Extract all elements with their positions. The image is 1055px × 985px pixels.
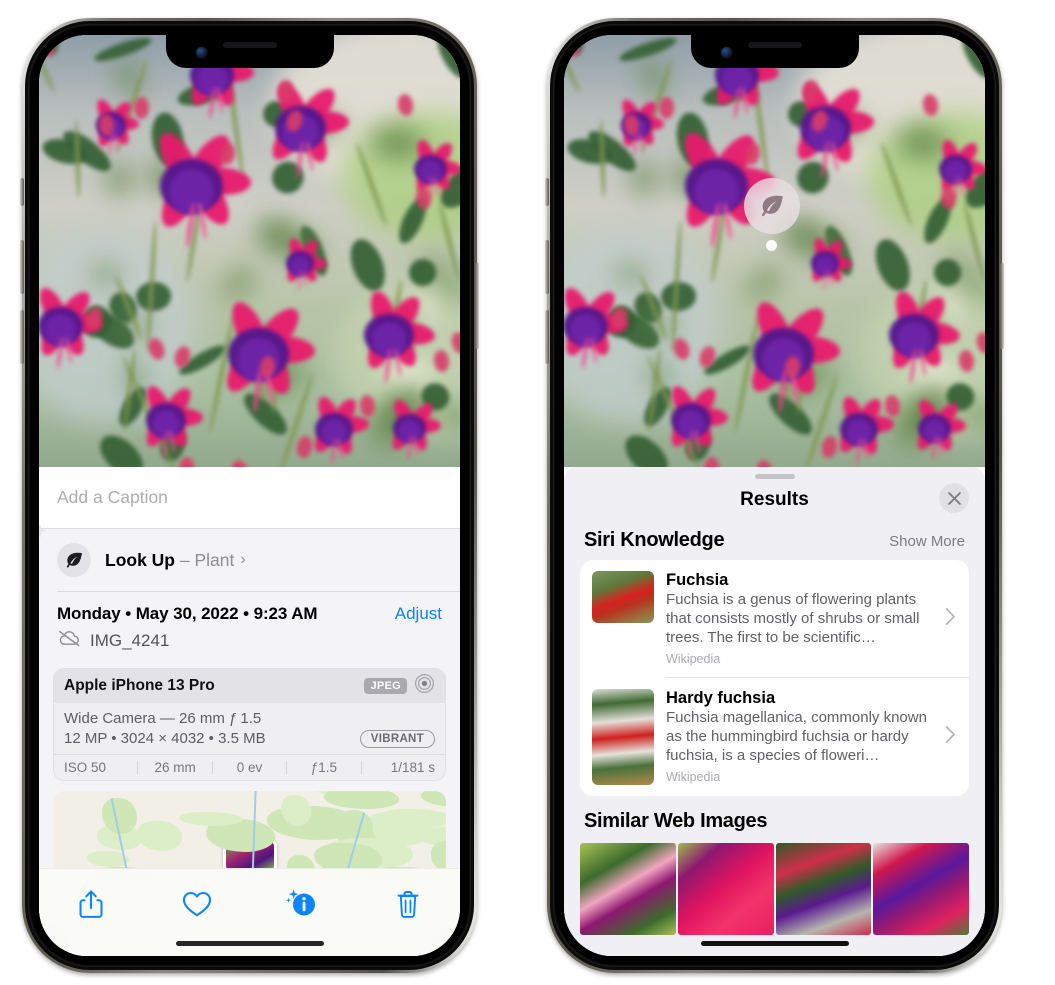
earpiece-speaker bbox=[747, 42, 802, 48]
photo-viewer[interactable] bbox=[39, 35, 460, 467]
list-item[interactable]: Hardy fuchsia Fuchsia magellanica, commo… bbox=[580, 678, 969, 796]
home-indicator[interactable] bbox=[700, 941, 849, 946]
chevron-right-icon: › bbox=[240, 551, 246, 568]
caption-placeholder: Add a Caption bbox=[57, 487, 168, 507]
phone-right: Results Siri Knowledge Show More Fuchsia… bbox=[545, 18, 1004, 973]
front-camera-icon bbox=[720, 47, 732, 58]
web-image-thumbnail[interactable] bbox=[775, 842, 872, 935]
favorite-button[interactable] bbox=[171, 883, 223, 925]
web-image-thumbnail[interactable] bbox=[677, 842, 774, 935]
camera-card-body: Wide Camera — 26 mm ƒ 1.5 12 MP • 3024 ×… bbox=[54, 702, 445, 754]
exif-shutter: 1/181 s bbox=[390, 759, 436, 775]
result-thumbnail bbox=[592, 688, 654, 785]
result-source: Wikipedia bbox=[666, 652, 721, 667]
section-title: Siri Knowledge bbox=[584, 529, 725, 551]
close-icon bbox=[947, 491, 961, 505]
result-source: Wikipedia bbox=[666, 769, 721, 784]
list-item[interactable]: Fuchsia Fuchsia is a genus of flowering … bbox=[580, 560, 969, 677]
results-sheet: Results Siri Knowledge Show More Fuchsia… bbox=[564, 467, 985, 956]
adjust-button[interactable]: Adjust bbox=[395, 604, 442, 624]
exif-ev: 0 ev bbox=[236, 759, 263, 775]
front-camera-icon bbox=[195, 47, 207, 58]
leaf-icon bbox=[761, 195, 783, 216]
volume-down-button[interactable] bbox=[20, 310, 24, 364]
camera-specs: 12 MP • 3024 × 4032 • 3.5 MB bbox=[64, 730, 266, 747]
notch bbox=[165, 35, 334, 68]
look-up-subject: Plant bbox=[194, 549, 235, 570]
result-title: Hardy fuchsia bbox=[666, 688, 776, 707]
camera-info-card[interactable]: Apple iPhone 13 Pro JPEG Wide Camera — 2… bbox=[53, 667, 446, 781]
date-block: Monday • May 30, 2022 • 9:23 AM Adjust I… bbox=[39, 592, 460, 662]
similar-web-images-grid bbox=[564, 842, 985, 935]
result-title: Fuchsia bbox=[666, 571, 729, 589]
chevron-right-icon bbox=[945, 607, 956, 630]
exif-aperture: ƒ1.5 bbox=[310, 759, 338, 775]
home-indicator[interactable] bbox=[175, 941, 324, 946]
look-up-dash: – bbox=[179, 549, 190, 570]
photo-viewer[interactable] bbox=[564, 35, 985, 467]
exif-row: ISO 50 26 mm 0 ev ƒ1.5 1/181 s bbox=[54, 753, 445, 780]
icloud-slash-icon bbox=[57, 630, 81, 652]
chevron-right-icon bbox=[945, 725, 956, 748]
mute-switch[interactable] bbox=[545, 178, 549, 206]
section-title: Similar Web Images bbox=[584, 809, 768, 832]
file-name: IMG_4241 bbox=[90, 630, 170, 650]
caption-input-row[interactable]: Add a Caption bbox=[39, 467, 460, 529]
photographic-style-badge: VIBRANT bbox=[359, 729, 435, 748]
camera-card-header: Apple iPhone 13 Pro JPEG bbox=[54, 668, 445, 703]
phone-screen-left: Add a Caption Look Up – Plant › Monday •… bbox=[39, 35, 460, 956]
web-image-thumbnail[interactable] bbox=[873, 842, 969, 935]
power-button[interactable] bbox=[475, 263, 479, 349]
result-description: Fuchsia magellanica, commonly known as t… bbox=[666, 709, 927, 764]
close-button[interactable] bbox=[939, 483, 969, 513]
volume-up-button[interactable] bbox=[545, 240, 549, 294]
camera-lens: Wide Camera — 26 mm ƒ 1.5 bbox=[64, 709, 262, 727]
result-thumbnail bbox=[592, 571, 654, 623]
info-button[interactable] bbox=[276, 883, 328, 925]
screenshot-stage: Add a Caption Look Up – Plant › Monday •… bbox=[0, 0, 1055, 985]
siri-knowledge-card: Fuchsia Fuchsia is a genus of flowering … bbox=[580, 560, 969, 796]
aperture-icon bbox=[414, 673, 435, 699]
power-button[interactable] bbox=[1000, 263, 1004, 349]
location-map[interactable] bbox=[53, 790, 446, 881]
photo-date: Monday • May 30, 2022 • 9:23 AM bbox=[57, 603, 318, 623]
format-badge: JPEG bbox=[364, 677, 407, 694]
web-image-thumbnail[interactable] bbox=[580, 842, 676, 935]
results-title: Results bbox=[740, 489, 809, 510]
camera-device: Apple iPhone 13 Pro bbox=[64, 676, 215, 694]
leaf-badge-dot bbox=[766, 240, 777, 251]
notch bbox=[690, 35, 859, 68]
photo-info-sheet: Add a Caption Look Up – Plant › Monday •… bbox=[39, 467, 460, 956]
phone-left: Add a Caption Look Up – Plant › Monday •… bbox=[20, 18, 479, 973]
phone-screen-right: Results Siri Knowledge Show More Fuchsia… bbox=[564, 35, 985, 956]
result-description: Fuchsia is a genus of flowering plants t… bbox=[666, 591, 920, 647]
mute-switch[interactable] bbox=[20, 178, 24, 206]
info-gray-area: Look Up – Plant › Monday • May 30, 2022 … bbox=[39, 523, 460, 881]
visual-lookup-leaf-badge[interactable] bbox=[744, 178, 800, 251]
share-button[interactable] bbox=[65, 883, 117, 925]
volume-down-button[interactable] bbox=[545, 310, 549, 364]
exif-focal: 26 mm bbox=[154, 759, 196, 775]
earpiece-speaker bbox=[222, 42, 277, 48]
results-header: Results bbox=[564, 479, 985, 521]
similar-web-images-header: Similar Web Images bbox=[564, 796, 985, 839]
volume-up-button[interactable] bbox=[20, 240, 24, 294]
siri-knowledge-header: Siri Knowledge Show More bbox=[564, 521, 985, 560]
look-up-row[interactable]: Look Up – Plant › bbox=[39, 523, 460, 591]
exif-iso: ISO 50 bbox=[64, 759, 107, 775]
delete-button[interactable] bbox=[382, 883, 434, 925]
show-more-button[interactable]: Show More bbox=[889, 533, 965, 550]
look-up-label: Look Up – Plant bbox=[105, 550, 234, 571]
look-up-title: Look Up bbox=[105, 549, 175, 570]
leaf-icon bbox=[57, 543, 91, 577]
